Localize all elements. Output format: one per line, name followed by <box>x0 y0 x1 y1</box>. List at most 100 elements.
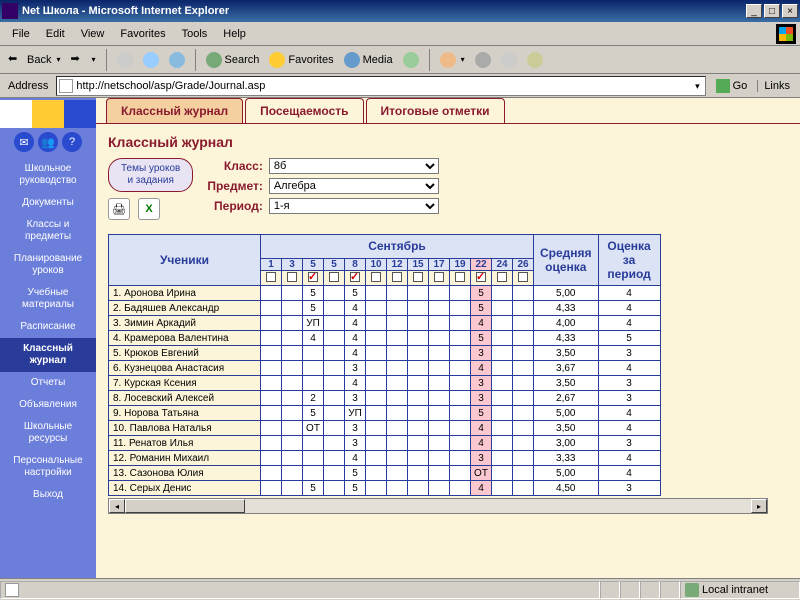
grade-cell[interactable]: 5 <box>303 301 324 316</box>
grade-cell[interactable] <box>429 286 450 301</box>
grade-cell[interactable] <box>450 316 471 331</box>
grade-cell[interactable] <box>408 331 429 346</box>
maximize-button[interactable]: □ <box>764 4 780 18</box>
grade-cell[interactable] <box>387 451 408 466</box>
grade-cell[interactable]: 5 <box>471 331 492 346</box>
grade-cell[interactable] <box>513 466 534 481</box>
go-button[interactable]: Go <box>710 79 754 93</box>
grade-cell[interactable] <box>408 406 429 421</box>
sidebar-item-7[interactable]: Отчеты <box>0 372 96 394</box>
day-checkbox[interactable] <box>387 271 408 286</box>
lessons-topics-button[interactable]: Темы уроков и задания <box>108 158 193 192</box>
grade-cell[interactable] <box>513 331 534 346</box>
grade-cell[interactable] <box>492 361 513 376</box>
mail-button[interactable] <box>436 50 469 70</box>
grade-cell[interactable] <box>513 286 534 301</box>
grade-cell[interactable]: ОТ <box>471 466 492 481</box>
sidebar-item-9[interactable]: Школьные ресурсы <box>0 416 96 450</box>
grade-cell[interactable] <box>387 346 408 361</box>
grade-cell[interactable] <box>387 331 408 346</box>
grade-cell[interactable] <box>492 346 513 361</box>
grade-cell[interactable] <box>408 361 429 376</box>
student-name[interactable]: 6. Кузнецова Анастасия <box>109 361 261 376</box>
grade-cell[interactable]: 2 <box>303 391 324 406</box>
day-header[interactable]: 19 <box>450 258 471 270</box>
grade-cell[interactable] <box>387 436 408 451</box>
sidebar-item-1[interactable]: Документы <box>0 192 96 214</box>
grade-cell[interactable] <box>324 421 345 436</box>
student-name[interactable]: 2. Бадяшев Александр <box>109 301 261 316</box>
grade-cell[interactable] <box>366 451 387 466</box>
grade-cell[interactable] <box>513 406 534 421</box>
grade-cell[interactable] <box>492 421 513 436</box>
menu-help[interactable]: Help <box>215 26 254 42</box>
export-excel-button[interactable]: X <box>138 198 160 220</box>
grade-cell[interactable] <box>408 376 429 391</box>
grade-cell[interactable]: 3 <box>471 451 492 466</box>
day-header[interactable]: 15 <box>408 258 429 270</box>
grade-cell[interactable] <box>492 481 513 496</box>
grade-cell[interactable] <box>429 391 450 406</box>
grade-cell[interactable] <box>282 331 303 346</box>
grade-cell[interactable] <box>366 421 387 436</box>
address-dropdown-icon[interactable] <box>692 80 703 92</box>
tab-1[interactable]: Посещаемость <box>245 98 363 123</box>
grade-cell[interactable] <box>366 436 387 451</box>
day-checkbox[interactable] <box>513 271 534 286</box>
stop-button[interactable] <box>113 50 137 70</box>
address-input[interactable] <box>76 80 692 92</box>
grade-cell[interactable] <box>387 466 408 481</box>
grade-cell[interactable] <box>261 346 282 361</box>
sidebar-item-5[interactable]: Расписание <box>0 316 96 338</box>
grade-cell[interactable]: ОТ <box>303 421 324 436</box>
grade-cell[interactable] <box>324 361 345 376</box>
grade-cell[interactable] <box>492 331 513 346</box>
grade-cell[interactable]: 3 <box>345 436 366 451</box>
grade-cell[interactable] <box>387 391 408 406</box>
grade-cell[interactable] <box>429 406 450 421</box>
grade-cell[interactable] <box>324 376 345 391</box>
grade-cell[interactable] <box>261 361 282 376</box>
grade-cell[interactable] <box>429 361 450 376</box>
day-header[interactable]: 26 <box>513 258 534 270</box>
grade-cell[interactable] <box>261 466 282 481</box>
grade-cell[interactable] <box>324 406 345 421</box>
student-name[interactable]: 4. Крамерова Валентина <box>109 331 261 346</box>
grade-cell[interactable] <box>513 451 534 466</box>
grade-cell[interactable] <box>450 421 471 436</box>
scroll-right-button[interactable]: ▸ <box>751 499 767 513</box>
grade-cell[interactable] <box>408 421 429 436</box>
student-name[interactable]: 7. Курская Ксения <box>109 376 261 391</box>
grade-cell[interactable] <box>324 346 345 361</box>
grade-cell[interactable] <box>324 301 345 316</box>
grade-cell[interactable]: 5 <box>303 406 324 421</box>
grade-cell[interactable] <box>282 286 303 301</box>
grade-cell[interactable]: 4 <box>471 361 492 376</box>
grade-cell[interactable] <box>450 331 471 346</box>
grade-cell[interactable] <box>324 436 345 451</box>
grade-cell[interactable] <box>387 376 408 391</box>
day-header[interactable]: 24 <box>492 258 513 270</box>
grade-cell[interactable] <box>429 376 450 391</box>
grade-cell[interactable] <box>303 451 324 466</box>
grade-cell[interactable] <box>513 361 534 376</box>
day-header[interactable]: 3 <box>282 258 303 270</box>
grade-cell[interactable] <box>492 286 513 301</box>
grade-cell[interactable]: 3 <box>471 376 492 391</box>
day-checkbox[interactable] <box>450 271 471 286</box>
grade-cell[interactable]: 4 <box>345 316 366 331</box>
grade-cell[interactable]: 4 <box>471 436 492 451</box>
day-checkbox[interactable] <box>492 271 513 286</box>
media-button[interactable]: Media <box>340 50 397 70</box>
grade-cell[interactable]: 4 <box>345 376 366 391</box>
grade-cell[interactable] <box>429 451 450 466</box>
grade-cell[interactable] <box>303 346 324 361</box>
grade-cell[interactable] <box>450 286 471 301</box>
tab-0[interactable]: Классный журнал <box>106 98 243 123</box>
minimize-button[interactable]: _ <box>746 4 762 18</box>
grade-cell[interactable]: УП <box>303 316 324 331</box>
grade-cell[interactable] <box>513 376 534 391</box>
grade-cell[interactable] <box>366 466 387 481</box>
tab-2[interactable]: Итоговые отметки <box>366 98 505 123</box>
day-checkbox[interactable] <box>282 271 303 286</box>
